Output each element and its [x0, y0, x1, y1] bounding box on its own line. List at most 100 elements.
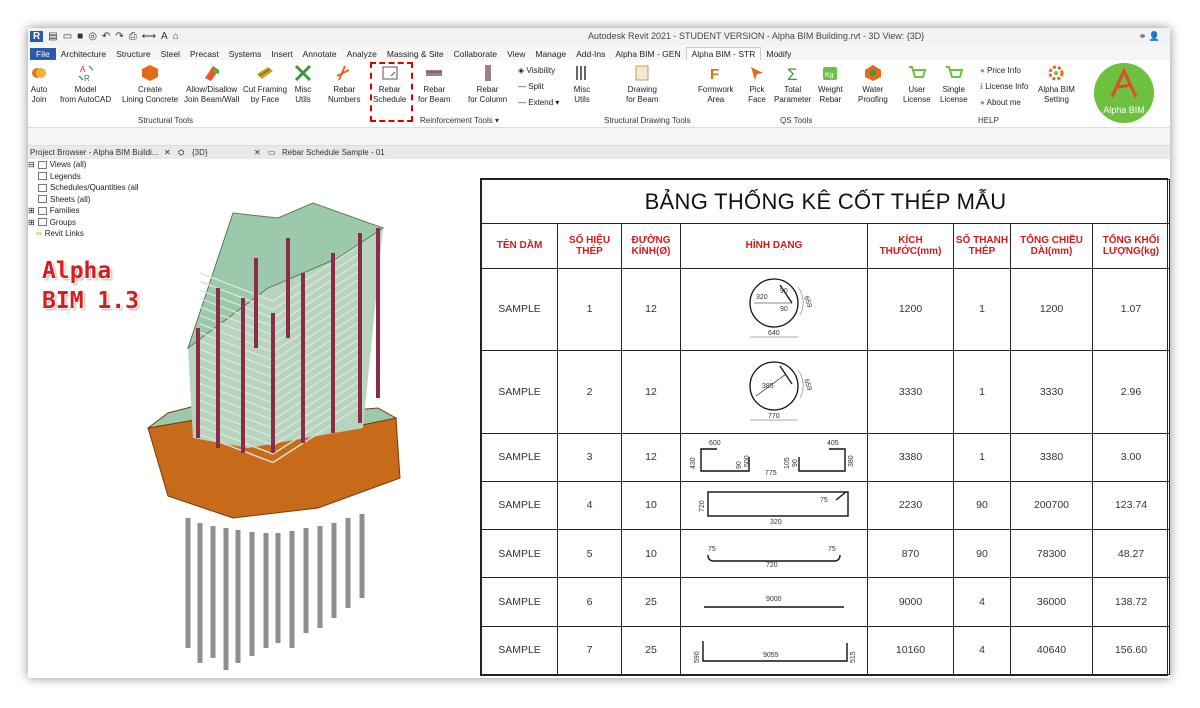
cut-framing-button[interactable]: Cut Framing by Face	[243, 64, 287, 104]
table-row[interactable]: SAMPLE 6 25 9000 9000 4 36000 138.72	[481, 577, 1170, 627]
alpha-bim-logo[interactable]: Alpha BIM	[1094, 63, 1154, 123]
rebar-numbers-button[interactable]: Rebar Numbers	[328, 64, 360, 104]
drawing-icon	[635, 65, 649, 81]
tab-3d-view[interactable]: {3D}	[192, 148, 208, 157]
extend-button[interactable]: — Extend ▾	[518, 98, 559, 107]
misc-utils-button[interactable]: Misc Utils	[294, 64, 312, 104]
tab-structure[interactable]: Structure	[111, 48, 156, 60]
tab-project-browser[interactable]: Project Browser - Alpha BIM Buildi...	[30, 148, 159, 157]
folder-icon[interactable]: ▭	[63, 31, 72, 42]
table-row[interactable]: SAMPLE 3 12 600 405 430 90 500 775 105 90 380 3380 1 3…	[481, 432, 1170, 482]
label: Misc	[573, 85, 591, 94]
browser-item-views[interactable]: ⊟ Views (all)	[28, 159, 139, 171]
label: Parameter	[774, 94, 812, 104]
price-info-button[interactable]: ● Price Info	[980, 66, 1021, 75]
column-header: TỔNG CHIỀU DÀI(mm)	[1010, 223, 1093, 269]
table-row[interactable]: SAMPLE 2 12 385 659 770 3330 1 3330 2.96	[481, 350, 1170, 434]
tab-analyze[interactable]: Analyze	[342, 48, 382, 60]
tab-alpha-bim-gen[interactable]: Alpha BIM - GEN	[610, 48, 685, 60]
measure-icon[interactable]: ⟷	[142, 31, 156, 42]
tab-collaborate[interactable]: Collaborate	[449, 48, 502, 60]
pick-face-button[interactable]: Pick Face	[748, 64, 766, 104]
dimension-label: 385	[762, 383, 774, 390]
revit-logo[interactable]: R	[30, 31, 44, 42]
create-lining-concrete-button[interactable]: Create Lining Concrete	[122, 64, 178, 104]
tab-architecture[interactable]: Architecture	[56, 48, 111, 60]
label: Extend	[528, 98, 554, 107]
cell-total: 200700	[1010, 480, 1093, 531]
rebar-numbers-icon	[336, 65, 350, 81]
license-info-button[interactable]: ℹ License Info	[980, 82, 1028, 91]
quick-access-toolbar: R ▤ ▭ ■ ◎ ↶ ↷ ⎙ ⟷ A ⌂	[30, 31, 179, 42]
tab-insert[interactable]: Insert	[266, 48, 297, 60]
label: Rebar	[819, 94, 842, 104]
about-me-button[interactable]: ● About me	[980, 98, 1021, 107]
table-row[interactable]: SAMPLE 1 12 320 90 90 659 640 1200 1 1200 1.07	[481, 267, 1170, 352]
user-license-button[interactable]: User License	[903, 64, 931, 104]
browser-item-sheets[interactable]: Sheets (all)	[28, 194, 139, 206]
browser-item-schedules[interactable]: Schedules/Quantities (all	[28, 182, 139, 194]
close-icon[interactable]: ✕	[254, 148, 261, 157]
user-icon[interactable]: 👤	[1149, 31, 1160, 41]
redo-icon[interactable]: ↷	[115, 31, 123, 42]
browser-item-groups[interactable]: ⊞ Groups	[28, 217, 139, 229]
browser-item-families[interactable]: ⊞ Families	[28, 205, 139, 217]
ribbon-tabs: File Architecture Structure Steel Precast Sys…	[28, 45, 1170, 60]
cell-name: SAMPLE	[481, 577, 558, 627]
tab-massing-site[interactable]: Massing & Site	[382, 48, 449, 60]
rebar-for-column-button[interactable]: Rebar for Column	[468, 64, 507, 104]
tab-view[interactable]: View	[502, 48, 530, 60]
table-row[interactable]: SAMPLE 7 25 590 9055 515 10160 4 40640 156.60	[481, 625, 1170, 676]
tab-manage[interactable]: Manage	[530, 48, 571, 60]
window-title: Autodesk Revit 2021 - STUDENT VERSION - …	[588, 31, 925, 41]
misc-utils-2-button[interactable]: Misc Utils	[573, 64, 591, 104]
shape-drawing: 600 405430 90 500775105 90 380	[690, 440, 855, 477]
browser-item-legends[interactable]: Legends	[28, 171, 139, 183]
table-row[interactable]: SAMPLE 5 10 75 720 75 870 90 78300 48.27	[481, 529, 1170, 579]
dimension-label: 659	[802, 296, 813, 309]
building-3d-model[interactable]	[138, 178, 468, 673]
close-icon[interactable]: ✕	[164, 148, 171, 157]
binoculars-icon[interactable]: ⚭	[1139, 31, 1147, 41]
rebar-schedule-button[interactable]: Rebar Schedule	[373, 64, 406, 104]
dimension-label: 720	[699, 501, 706, 513]
browser-item-revit-links[interactable]: ∞ Revit Links	[28, 228, 139, 240]
tab-annotate[interactable]: Annotate	[298, 48, 342, 60]
column-header: TÊN DẦM	[481, 223, 558, 269]
tab-steel[interactable]: Steel	[156, 48, 185, 60]
sync-icon[interactable]: ◎	[88, 31, 97, 42]
label: for Column	[468, 94, 508, 104]
formwork-area-button[interactable]: F Formwork Area	[698, 64, 734, 104]
open-icon[interactable]: ▤	[48, 31, 57, 42]
alpha-bim-setting-button[interactable]: Alpha BIM Setting	[1038, 64, 1075, 104]
text-icon[interactable]: A	[161, 31, 168, 42]
split-icon: —	[518, 82, 526, 91]
rebar-for-beam-button[interactable]: Rebar for Beam	[418, 64, 450, 104]
table-row[interactable]: SAMPLE 4 10 720 75 320 2230 90 200700 123.74	[481, 480, 1170, 531]
label: Numbers	[328, 94, 361, 104]
model-from-autocad-button[interactable]: A R Model from AutoCAD	[60, 64, 111, 104]
join-beam-wall-button[interactable]: Allow/Disallow Join Beam/Wall	[184, 64, 239, 104]
single-license-button[interactable]: Single License	[940, 64, 968, 104]
weight-rebar-button[interactable]: Kg Weight Rebar	[818, 64, 843, 104]
label: Rebar	[476, 85, 499, 94]
label: Schedules/Quantities (all	[50, 183, 139, 192]
visibility-button[interactable]: ◈ Visibility	[518, 66, 555, 75]
tab-modify[interactable]: Modify	[761, 48, 796, 60]
split-button[interactable]: — Split	[518, 82, 544, 91]
tab-add-ins[interactable]: Add-Ins	[571, 48, 610, 60]
save-icon[interactable]: ■	[77, 31, 83, 42]
print-icon[interactable]: ⎙	[129, 31, 137, 42]
total-parameter-button[interactable]: Σ Total Parameter	[774, 64, 811, 104]
tab-file[interactable]: File	[30, 48, 56, 60]
tab-precast[interactable]: Precast	[185, 48, 224, 60]
water-proofing-button[interactable]: Water Proofing	[858, 64, 888, 104]
tab-alpha-bim-str[interactable]: Alpha BIM - STR	[685, 47, 762, 60]
undo-icon[interactable]: ↶	[102, 31, 110, 42]
tab-systems[interactable]: Systems	[224, 48, 267, 60]
project-browser: ⊟ Views (all) Legends Schedules/Quantiti…	[28, 159, 139, 240]
3d-view-icon[interactable]: ⌂	[173, 31, 179, 42]
auto-join-button[interactable]: Auto Join	[30, 64, 48, 104]
tab-rebar-schedule[interactable]: Rebar Schedule Sample - 01	[282, 148, 385, 157]
drawing-for-beam-button[interactable]: Drawing for Beam	[626, 64, 658, 104]
